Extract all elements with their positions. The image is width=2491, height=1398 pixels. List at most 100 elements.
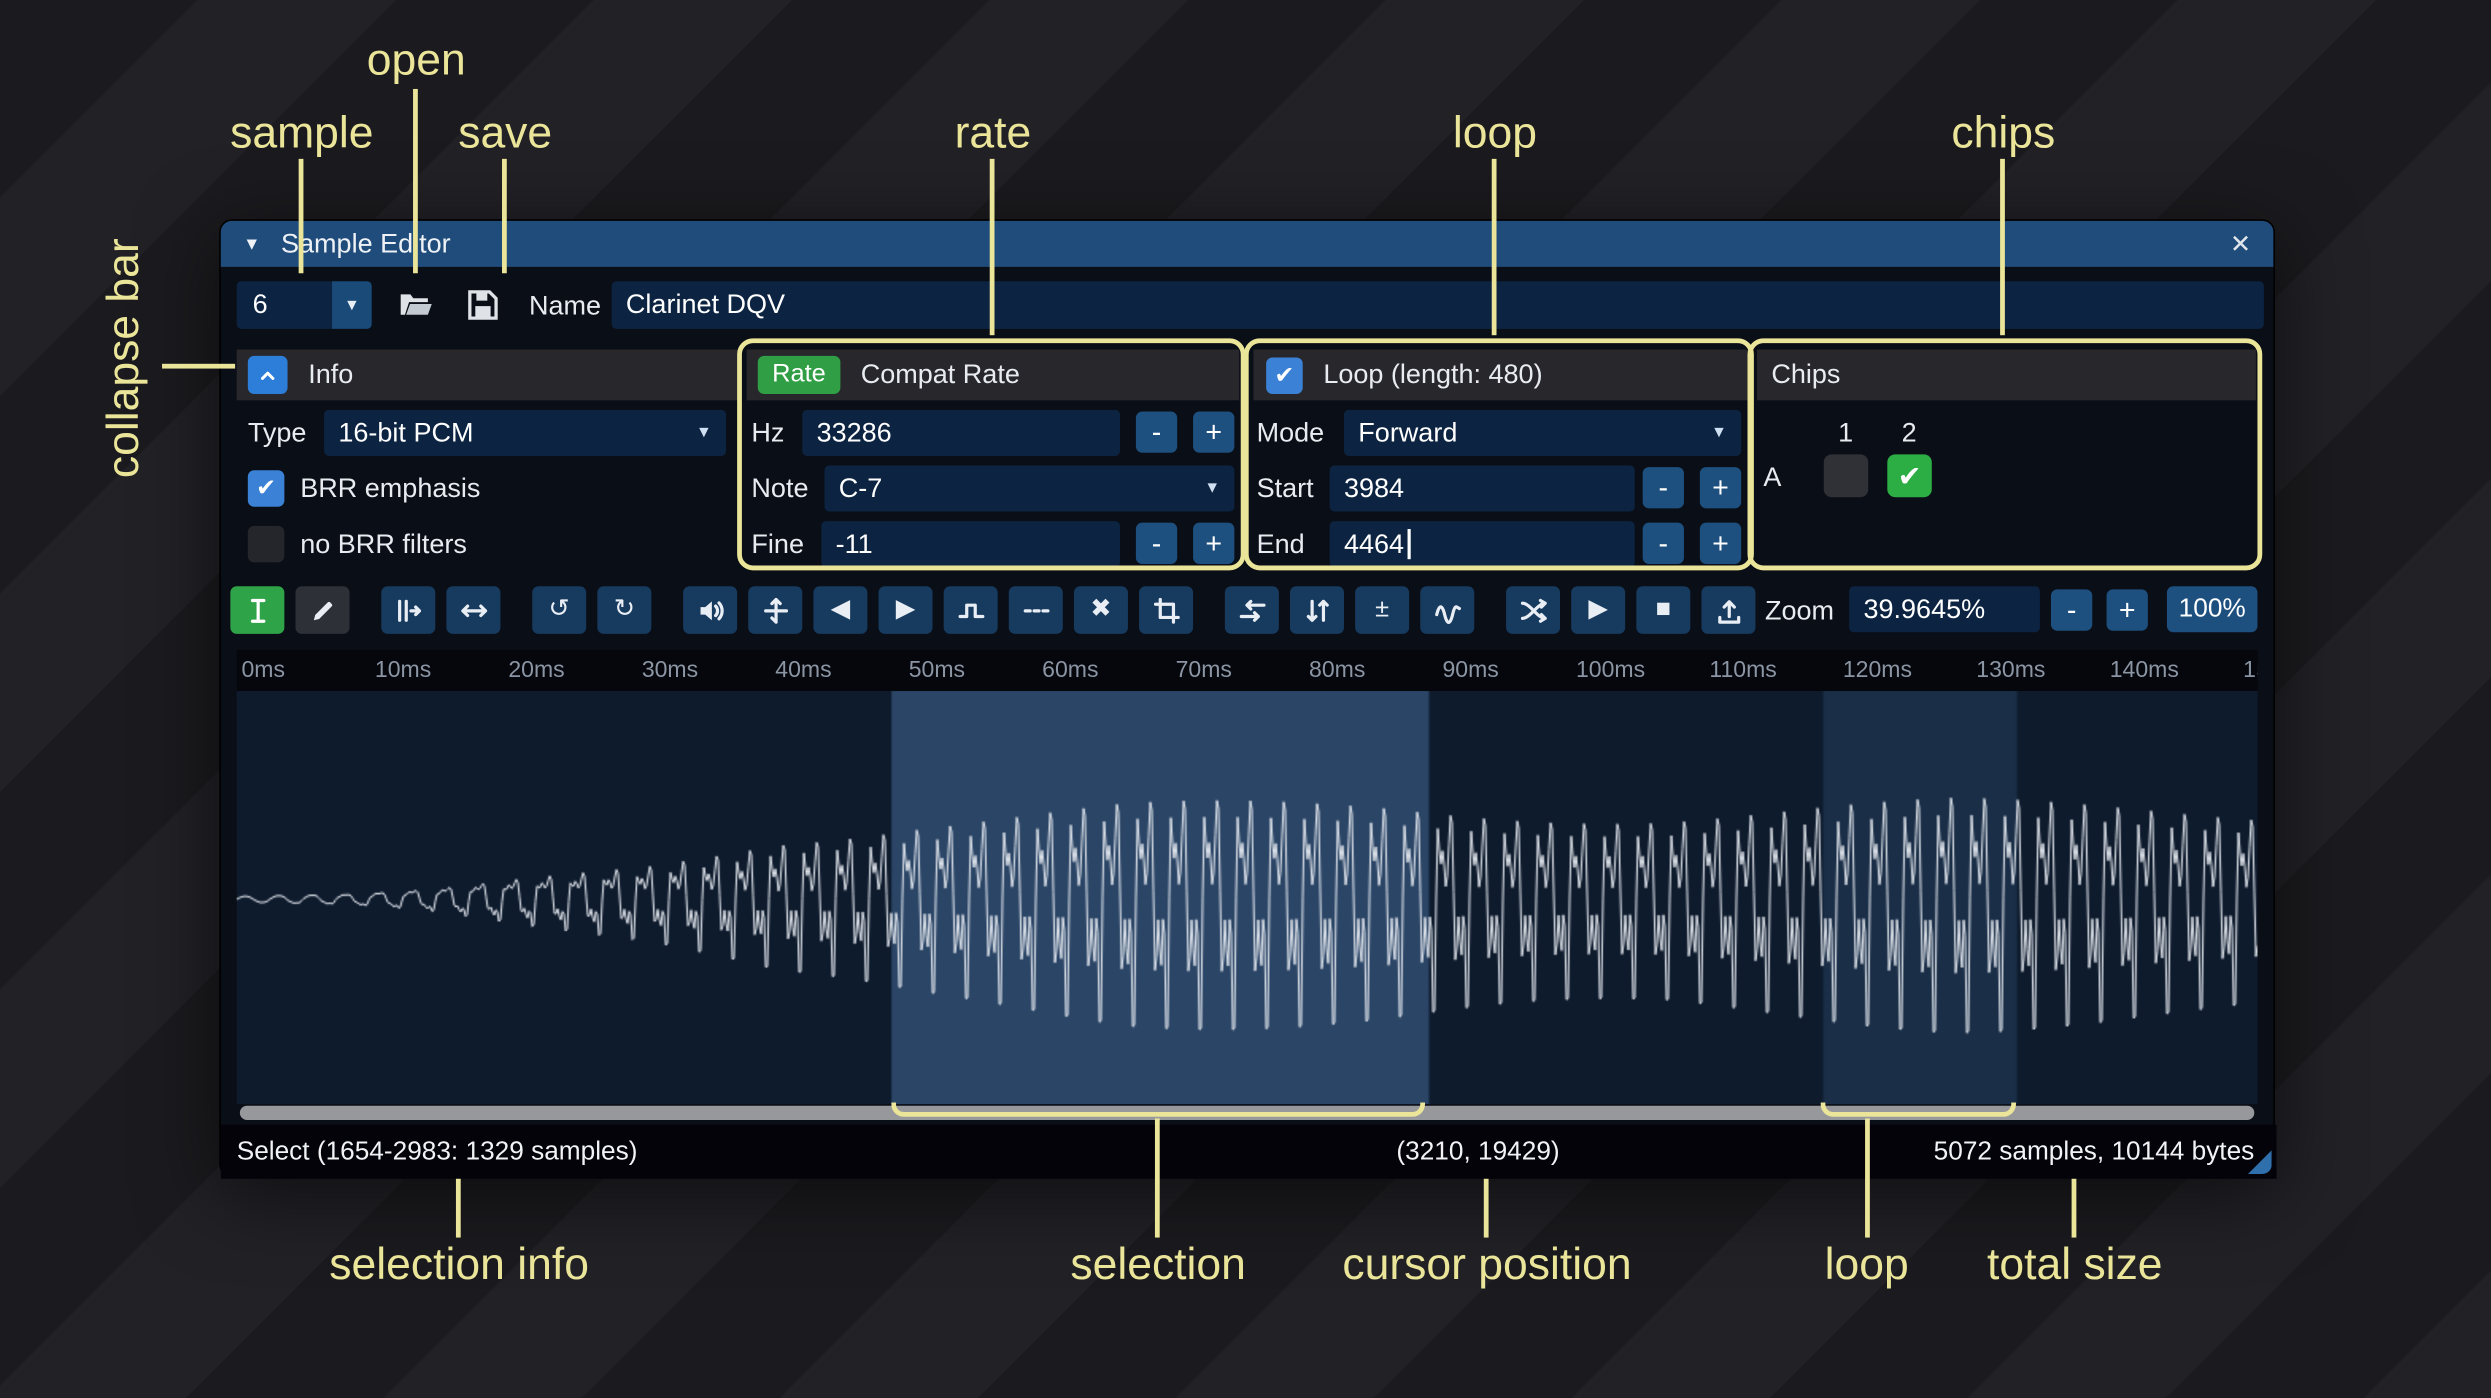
loop-end-value: 4464	[1343, 528, 1405, 559]
fine-value: -11	[835, 528, 873, 559]
zoom-input[interactable]: 39.9645%	[1849, 586, 2040, 633]
dropdown-arrow-icon[interactable]: ▼	[332, 281, 372, 329]
zoom-reset-button[interactable]: 100%	[2166, 586, 2258, 633]
note-select[interactable]: C-7 ▼	[824, 465, 1235, 512]
close-icon[interactable]: ✕	[2230, 228, 2251, 260]
fade-out-button[interactable]: ▶	[878, 586, 933, 634]
ruler-label: 10ms	[374, 657, 432, 684]
annotation-line-selection	[1154, 1118, 1160, 1238]
loop-start-plus-button[interactable]: +	[1699, 467, 1742, 509]
loop-end-plus-button[interactable]: +	[1699, 522, 1742, 564]
fine-plus-button[interactable]: +	[1193, 522, 1235, 564]
annotation-label-selection-info: selection info	[329, 1239, 589, 1289]
annotation-line-selection-info	[455, 1178, 461, 1238]
loop-start-label: Start	[1256, 473, 1314, 504]
resample-button[interactable]	[446, 586, 501, 634]
name-label: Name	[529, 290, 602, 321]
chip-col-1-label: 1	[1838, 417, 1854, 448]
titlebar[interactable]: ▼ Sample Editor ✕	[220, 220, 2274, 267]
zoom-label: Zoom	[1764, 595, 1835, 626]
select-mode-button[interactable]	[230, 586, 285, 634]
insert-silence-button[interactable]	[943, 586, 998, 634]
fine-input[interactable]: -11	[821, 521, 1120, 568]
loop-start-minus-button[interactable]: -	[1642, 467, 1684, 509]
delete-button[interactable]: ✖	[1073, 586, 1128, 634]
loop-start-input[interactable]: 3984	[1329, 465, 1635, 512]
stop-preview-button[interactable]: ■	[1636, 586, 1691, 634]
ruler-label: 60ms	[1042, 657, 1099, 684]
zoom-in-button[interactable]: +	[2106, 589, 2148, 631]
upload-sample-button[interactable]	[1701, 586, 1756, 634]
reverse-button[interactable]	[1224, 586, 1279, 634]
loop-end-input[interactable]: 4464	[1329, 521, 1635, 568]
ibeam-icon	[250, 598, 265, 623]
filter-icon	[1434, 604, 1461, 624]
loop-end-minus-button[interactable]: -	[1642, 522, 1684, 564]
resize-button[interactable]	[381, 586, 436, 634]
preview-button[interactable]: ▶	[1571, 586, 1626, 634]
name-input[interactable]: Clarinet DQV	[611, 281, 2264, 329]
chevron-up-icon	[260, 370, 275, 380]
chips-header: Chips	[1757, 349, 2256, 401]
draw-mode-button[interactable]	[295, 586, 350, 634]
ruler-label: 140ms	[2109, 657, 2179, 684]
apply-silence-button[interactable]	[1008, 586, 1063, 634]
rate-badge[interactable]: Rate	[757, 355, 841, 394]
redo-button[interactable]: ↻	[597, 586, 652, 634]
annotation-line-open	[413, 88, 418, 274]
reverse-icon	[1238, 599, 1265, 622]
waveform-canvas[interactable]	[236, 691, 2258, 1105]
chip-2-checkbox[interactable]: ✔	[1887, 454, 1932, 498]
play-icon: ▶	[1588, 595, 1608, 623]
hz-label: Hz	[751, 417, 785, 448]
type-select[interactable]: 16-bit PCM ▼	[324, 409, 727, 456]
ruler-label: 80ms	[1309, 657, 1366, 684]
ruler-label: 30ms	[641, 657, 699, 684]
annotation-label-chips: chips	[1951, 108, 2056, 158]
chip-row-a-label: A	[1763, 462, 1782, 493]
amplify-button[interactable]	[683, 586, 738, 634]
zoom-value: 39.9645%	[1863, 593, 1986, 624]
waveform-view[interactable]	[236, 691, 2258, 1105]
undo-button[interactable]: ↺	[532, 586, 587, 634]
ruler-label: 120ms	[1842, 657, 1912, 684]
annotation-line-rate	[989, 158, 995, 336]
folder-open-icon	[400, 294, 432, 315]
invert-button[interactable]	[1289, 586, 1344, 634]
chip-col-2-label: 2	[1901, 417, 1917, 448]
loop-header-label: Loop (length: 480)	[1323, 359, 1543, 390]
trim-button[interactable]	[1139, 586, 1194, 634]
zoom-out-button[interactable]: -	[2050, 589, 2093, 631]
status-bar: Select (1654-2983: 1329 samples) (3210, …	[220, 1124, 2277, 1179]
fine-minus-button[interactable]: -	[1135, 522, 1178, 564]
no-brr-filters-checkbox[interactable]	[247, 525, 285, 563]
brr-emphasis-checkbox[interactable]: ✔	[247, 470, 285, 507]
loop-enable-checkbox[interactable]: ✔	[1266, 356, 1303, 394]
fade-in-button[interactable]: ◀	[813, 586, 868, 634]
crossfade-loop-button[interactable]	[1506, 586, 1561, 634]
hz-plus-button[interactable]: +	[1193, 411, 1235, 453]
loop-mode-select[interactable]: Forward ▼	[1343, 409, 1742, 456]
crossfade-icon	[1520, 598, 1546, 623]
normalize-icon	[763, 597, 788, 623]
type-label: Type	[247, 417, 307, 448]
hz-minus-button[interactable]: -	[1135, 411, 1178, 453]
window-resize-grip[interactable]	[2247, 1150, 2272, 1175]
window-title: Sample Editor	[281, 227, 451, 259]
type-value: 16-bit PCM	[338, 417, 474, 448]
collapse-info-button[interactable]	[247, 355, 288, 394]
chip-1-checkbox[interactable]	[1823, 454, 1869, 498]
sign-change-button[interactable]: ±	[1355, 586, 1410, 634]
check-icon: ✔	[1274, 362, 1295, 390]
window-collapse-icon[interactable]: ▼	[243, 234, 260, 253]
open-sample-button[interactable]	[389, 281, 443, 329]
ruler-label: 50ms	[908, 657, 966, 684]
save-sample-button[interactable]	[456, 281, 510, 329]
loop-mode-value: Forward	[1358, 417, 1458, 448]
loop-start-value: 3984	[1343, 472, 1405, 503]
normalize-button[interactable]	[748, 586, 803, 634]
sample-number-select[interactable]: 6 ▼	[236, 281, 372, 329]
brr-emphasis-label: BRR emphasis	[300, 473, 481, 504]
hz-input[interactable]: 33286	[802, 409, 1120, 456]
filter-button[interactable]	[1420, 586, 1475, 634]
